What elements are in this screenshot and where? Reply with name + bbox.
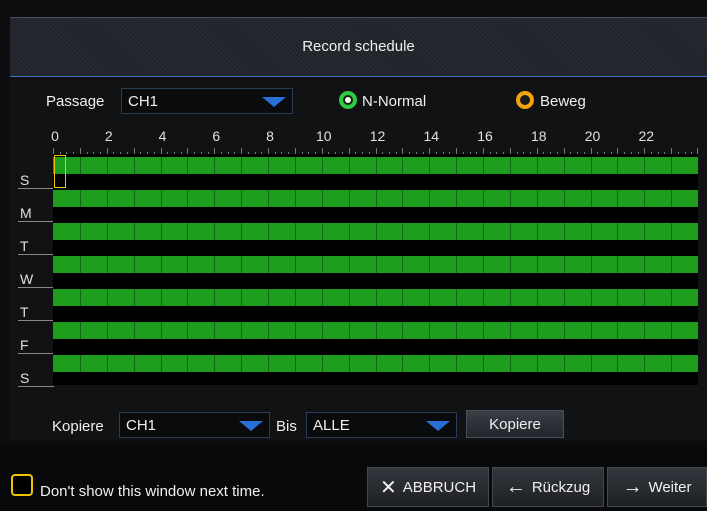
window-title: Record schedule bbox=[302, 37, 415, 55]
close-icon: ✕ bbox=[379, 476, 397, 499]
day-separator bbox=[18, 221, 54, 222]
hour-label: 4 bbox=[158, 128, 167, 144]
record-schedule-window: Record schedule Passage CH1 N-Normal Bew… bbox=[0, 0, 707, 511]
hour-label: 16 bbox=[477, 128, 493, 144]
hour-gridline bbox=[671, 154, 673, 385]
hour-gridline bbox=[160, 154, 162, 385]
hour-label: 10 bbox=[315, 128, 332, 144]
chevron-down-icon bbox=[239, 421, 263, 431]
day-separator bbox=[18, 188, 54, 189]
selected-cell-cursor bbox=[54, 155, 66, 188]
cancel-button-label: ABBRUCH bbox=[402, 478, 477, 496]
day-separator bbox=[18, 287, 54, 288]
next-button-label: Weiter bbox=[648, 478, 692, 496]
day-separator bbox=[18, 386, 54, 387]
copy-button-label: Kopiere bbox=[489, 415, 541, 433]
schedule-grid[interactable] bbox=[53, 154, 698, 385]
hour-gridline bbox=[456, 154, 458, 385]
mode-motion-label: Beweg bbox=[540, 93, 586, 110]
hour-gridline bbox=[294, 154, 296, 385]
hour-label: 20 bbox=[584, 128, 601, 144]
hour-gridline bbox=[590, 154, 592, 385]
arrow-left-icon: ← bbox=[505, 475, 526, 498]
chevron-down-icon bbox=[426, 421, 450, 431]
hour-label: 2 bbox=[104, 128, 113, 144]
next-button[interactable]: → Weiter bbox=[607, 467, 707, 507]
day-label: F bbox=[20, 337, 29, 353]
hour-gridline bbox=[106, 154, 108, 385]
channel-select[interactable]: CH1 bbox=[121, 88, 293, 114]
copy-target-value: ALLE bbox=[313, 417, 350, 434]
copy-to-label: Bis bbox=[276, 418, 297, 435]
copy-target-select[interactable]: ALLE bbox=[306, 412, 457, 438]
hour-label: 0 bbox=[51, 128, 59, 144]
radio-motion-icon[interactable] bbox=[516, 91, 534, 109]
hour-label: 14 bbox=[423, 128, 440, 144]
hour-gridline bbox=[483, 154, 484, 385]
dont-show-checkbox[interactable] bbox=[11, 474, 33, 496]
hour-gridline bbox=[214, 154, 216, 385]
radio-normal-icon[interactable] bbox=[339, 91, 357, 109]
back-button[interactable]: ← Rückzug bbox=[492, 467, 604, 507]
channel-label: Passage bbox=[46, 93, 105, 110]
hour-gridline bbox=[321, 154, 323, 385]
hour-gridline bbox=[348, 154, 350, 385]
hour-label: 6 bbox=[212, 128, 221, 144]
copy-source-select[interactable]: CH1 bbox=[119, 412, 270, 438]
hour-gridline bbox=[644, 154, 646, 385]
hour-gridline bbox=[402, 154, 404, 385]
day-separator bbox=[18, 254, 54, 255]
day-label: S bbox=[20, 172, 30, 188]
copy-button[interactable]: Kopiere bbox=[466, 410, 564, 438]
hour-label: 8 bbox=[266, 128, 274, 144]
mode-normal-label: N-Normal bbox=[362, 93, 427, 110]
day-label: T bbox=[20, 238, 29, 254]
hour-gridline bbox=[536, 154, 538, 385]
back-button-label: Rückzug bbox=[531, 478, 591, 496]
hour-gridline bbox=[79, 154, 81, 385]
day-label: M bbox=[20, 205, 32, 221]
day-separator bbox=[18, 353, 54, 354]
day-label: W bbox=[20, 271, 34, 287]
hour-gridline bbox=[617, 154, 619, 385]
title-bar: Record schedule bbox=[10, 17, 707, 78]
day-label: S bbox=[20, 370, 30, 386]
chevron-down-icon bbox=[262, 97, 286, 107]
hour-label: 22 bbox=[638, 128, 655, 144]
arrow-right-icon: → bbox=[622, 475, 643, 498]
hour-label: 18 bbox=[530, 128, 547, 144]
hour-gridline bbox=[187, 154, 189, 385]
day-separator bbox=[18, 320, 54, 321]
dont-show-label: Don't show this window next time. bbox=[40, 483, 265, 500]
hour-gridline bbox=[241, 154, 243, 385]
hour-label: 12 bbox=[369, 128, 386, 144]
channel-value: CH1 bbox=[128, 93, 159, 110]
hour-gridline bbox=[133, 154, 135, 385]
day-label: T bbox=[20, 304, 29, 320]
hour-gridline bbox=[375, 154, 377, 385]
hour-gridline bbox=[509, 154, 511, 385]
hour-gridline bbox=[563, 154, 565, 385]
hour-gridline bbox=[429, 154, 431, 385]
cancel-button[interactable]: ✕ ABBRUCH bbox=[367, 467, 489, 507]
copy-label: Kopiere bbox=[52, 418, 104, 435]
copy-source-value: CH1 bbox=[126, 417, 157, 434]
hour-gridline bbox=[268, 154, 269, 385]
